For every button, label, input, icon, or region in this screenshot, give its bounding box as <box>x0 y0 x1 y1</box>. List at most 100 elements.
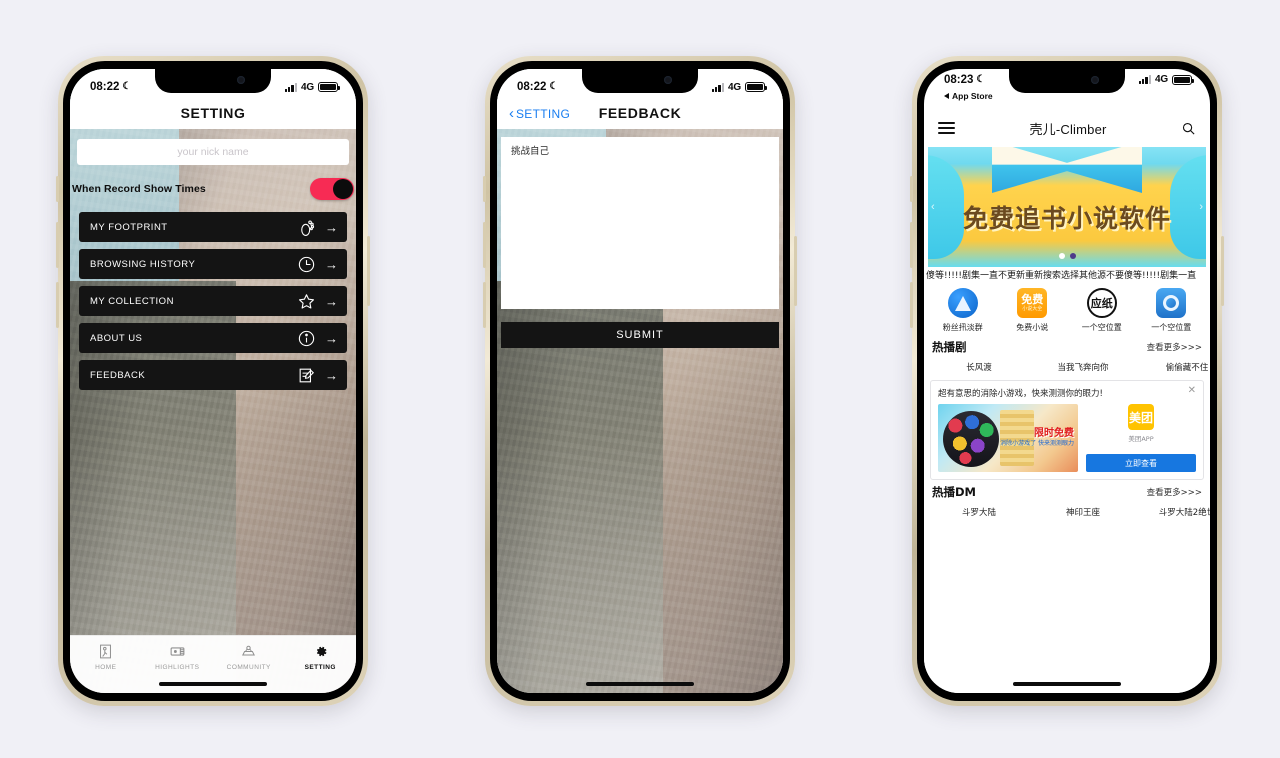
star-icon <box>298 293 315 309</box>
ad-brand-label: 美团APP <box>1128 435 1154 443</box>
battery-icon <box>745 82 768 92</box>
quicknav-item-fans-group[interactable]: 粉丝扟淡群 <box>930 288 996 333</box>
record-times-row: When Record Show Times <box>72 178 354 200</box>
edit-note-icon <box>299 368 315 382</box>
phone3-volume-up[interactable] <box>910 222 913 268</box>
phone1-power-button[interactable] <box>367 236 370 306</box>
telegram-icon <box>947 288 978 318</box>
quicknav-label: 免费小说 <box>1016 323 1049 332</box>
free-novel-icon: 免费 小说大全 <box>1017 288 1048 318</box>
status-time: 08:22 <box>517 81 547 93</box>
submit-button[interactable]: SUBMIT <box>501 322 779 348</box>
open-book-graphic <box>992 147 1142 193</box>
nickname-input[interactable] <box>77 139 349 165</box>
section-title: 热播剧 <box>932 340 967 354</box>
phone-feedback: 08:22 ☾ 4G ‹ SETTING FEEDBACK 挑战自己 SUBMI… <box>483 56 797 706</box>
back-to-app-store[interactable]: App Store <box>944 91 993 101</box>
dm-title: 斗罗大陆2绝世 <box>1158 508 1210 518</box>
drama-title: 偷偷藏不住 <box>1165 363 1209 373</box>
phone1-mute-switch[interactable] <box>56 176 59 202</box>
drama-card[interactable]: 长风渡 <box>930 358 1028 373</box>
dm-title: 斗罗大陆 <box>961 508 996 518</box>
quicknav-item-free-novel[interactable]: 免费 小说大全 免费小说 <box>999 288 1065 333</box>
chevron-right-icon: → <box>325 219 338 235</box>
hot-drama-card-row: 长风渡 当我飞奔向你 偷偷藏不住 <box>924 358 1210 373</box>
meituan-logo-icon: 美团 <box>1128 404 1154 430</box>
stamp-text: 应纸 <box>1090 297 1113 310</box>
phone2-volume-down[interactable] <box>483 282 486 328</box>
phone3-bezel: 08:23 ☾ 4G App Store 壳儿-Climber 免费追书小说软件… <box>917 61 1217 701</box>
phone1-volume-up[interactable] <box>56 222 59 268</box>
tab-highlights[interactable]: HIGHLIGHTS <box>146 643 208 671</box>
status-time: 08:22 <box>90 81 120 93</box>
feedback-textarea[interactable]: 挑战自己 <box>501 137 779 309</box>
battery-icon <box>318 82 341 92</box>
ad-sidebar: 美团 美团APP 立即查看 <box>1086 404 1196 472</box>
phone2-notch <box>582 69 698 93</box>
quicknav-label: 一个空位置 <box>1081 323 1122 332</box>
tab-home[interactable]: HOME <box>75 643 137 671</box>
section-more-link[interactable]: 查看更多>>> <box>1147 486 1202 498</box>
community-icon <box>242 645 256 656</box>
phone3-mute-switch[interactable] <box>910 176 913 202</box>
section-title: 热播DM <box>932 485 976 499</box>
menu-item-browsing-history[interactable]: BROWSING HISTORY → <box>79 249 347 279</box>
phone2-volume-up[interactable] <box>483 222 486 268</box>
menu-item-my-footprint[interactable]: MY FOOTPRINT → <box>79 212 347 242</box>
drama-card[interactable]: 当我飞奔向你 <box>1034 358 1132 373</box>
quicknav-item-empty-1[interactable]: 应纸 一个空位置 <box>1069 288 1135 333</box>
phone-climber-app: 08:23 ☾ 4G App Store 壳儿-Climber 免费追书小说软件… <box>910 56 1224 706</box>
tab-label: SETTING <box>304 664 336 671</box>
page-title: FEEDBACK <box>598 105 682 121</box>
tab-setting[interactable]: SETTING <box>289 643 351 671</box>
phone3-power-button[interactable] <box>1221 236 1224 306</box>
ad-cta-button[interactable]: 立即查看 <box>1086 454 1196 472</box>
film-icon <box>170 647 185 656</box>
carousel-prev-icon[interactable]: ‹ <box>931 201 935 213</box>
home-indicator[interactable] <box>586 682 694 686</box>
chevron-right-icon: → <box>325 293 338 309</box>
dm-card[interactable]: 斗罗大陆 <box>930 503 1028 518</box>
home-indicator[interactable] <box>1013 682 1121 686</box>
moon-icon: ☾ <box>976 74 986 85</box>
ad-body: 限时免费 消除小游戏了 快来测测眼力 美团 美团APP 立即查看 <box>938 404 1196 472</box>
section-more-link[interactable]: 查看更多>>> <box>1147 341 1202 353</box>
menu-item-my-collection[interactable]: MY COLLECTION → <box>79 286 347 316</box>
signal-icon <box>284 82 298 92</box>
quicknav-item-empty-2[interactable]: 一个空位置 <box>1138 288 1204 333</box>
phone2-mute-switch[interactable] <box>483 176 486 202</box>
menu-item-about-us[interactable]: ABOUT US → <box>79 323 347 353</box>
phone1-screen: 08:22 ☾ 4G SETTING When Record Sho <box>70 69 356 693</box>
search-icon[interactable] <box>1181 121 1196 136</box>
phone2-power-button[interactable] <box>794 236 797 306</box>
promo-carousel[interactable]: 免费追书小说软件 ‹ › <box>928 147 1206 267</box>
advertisement-banner[interactable]: 超有意思的消除小游戏，快来测测你的眼力! ✕ 限时免费 消除小游戏了 快来测测眼… <box>930 380 1204 480</box>
ad-headline: 超有意思的消除小游戏，快来测测你的眼力! <box>938 389 1103 399</box>
close-icon[interactable]: ✕ <box>1188 386 1196 396</box>
hamburger-icon[interactable] <box>938 122 955 134</box>
phone1-volume-down[interactable] <box>56 282 59 328</box>
menu-item-label: FEEDBACK <box>90 369 146 381</box>
battery-icon <box>1172 74 1195 85</box>
dm-card[interactable]: 神印王座 <box>1034 503 1132 518</box>
tab-community[interactable]: COMMUNITY <box>218 643 280 671</box>
ad-image-badge: 限时免费 <box>1034 428 1074 439</box>
phone3-content: 免费追书小说软件 ‹ › 傻等!!!!!剧集一直不更新重新搜索选择其他源不要傻等… <box>924 145 1210 693</box>
phone3-volume-down[interactable] <box>910 282 913 328</box>
network-label: 4G <box>728 81 741 93</box>
gear-icon <box>316 646 327 657</box>
phone3-nav-bar: 壳儿-Climber <box>924 111 1210 145</box>
dm-title: 神印王座 <box>1065 508 1100 518</box>
climber-icon <box>100 644 112 659</box>
carousel-dots[interactable] <box>928 253 1206 259</box>
carousel-next-icon[interactable]: › <box>1199 201 1203 213</box>
drama-card[interactable]: 偷偷藏不住 <box>1138 358 1210 373</box>
home-indicator[interactable] <box>159 682 267 686</box>
dm-card[interactable]: 斗罗大陆2绝世 <box>1138 503 1210 518</box>
ad-image: 限时免费 消除小游戏了 快来测测眼力 <box>938 404 1078 472</box>
chevron-right-icon: → <box>325 367 338 383</box>
menu-item-feedback[interactable]: FEEDBACK → <box>79 360 347 390</box>
phone2-screen: 08:22 ☾ 4G ‹ SETTING FEEDBACK 挑战自己 SUBMI… <box>497 69 783 693</box>
section-header-hot-dm: 热播DM 查看更多>>> <box>924 480 1210 503</box>
record-times-toggle[interactable] <box>310 178 354 200</box>
